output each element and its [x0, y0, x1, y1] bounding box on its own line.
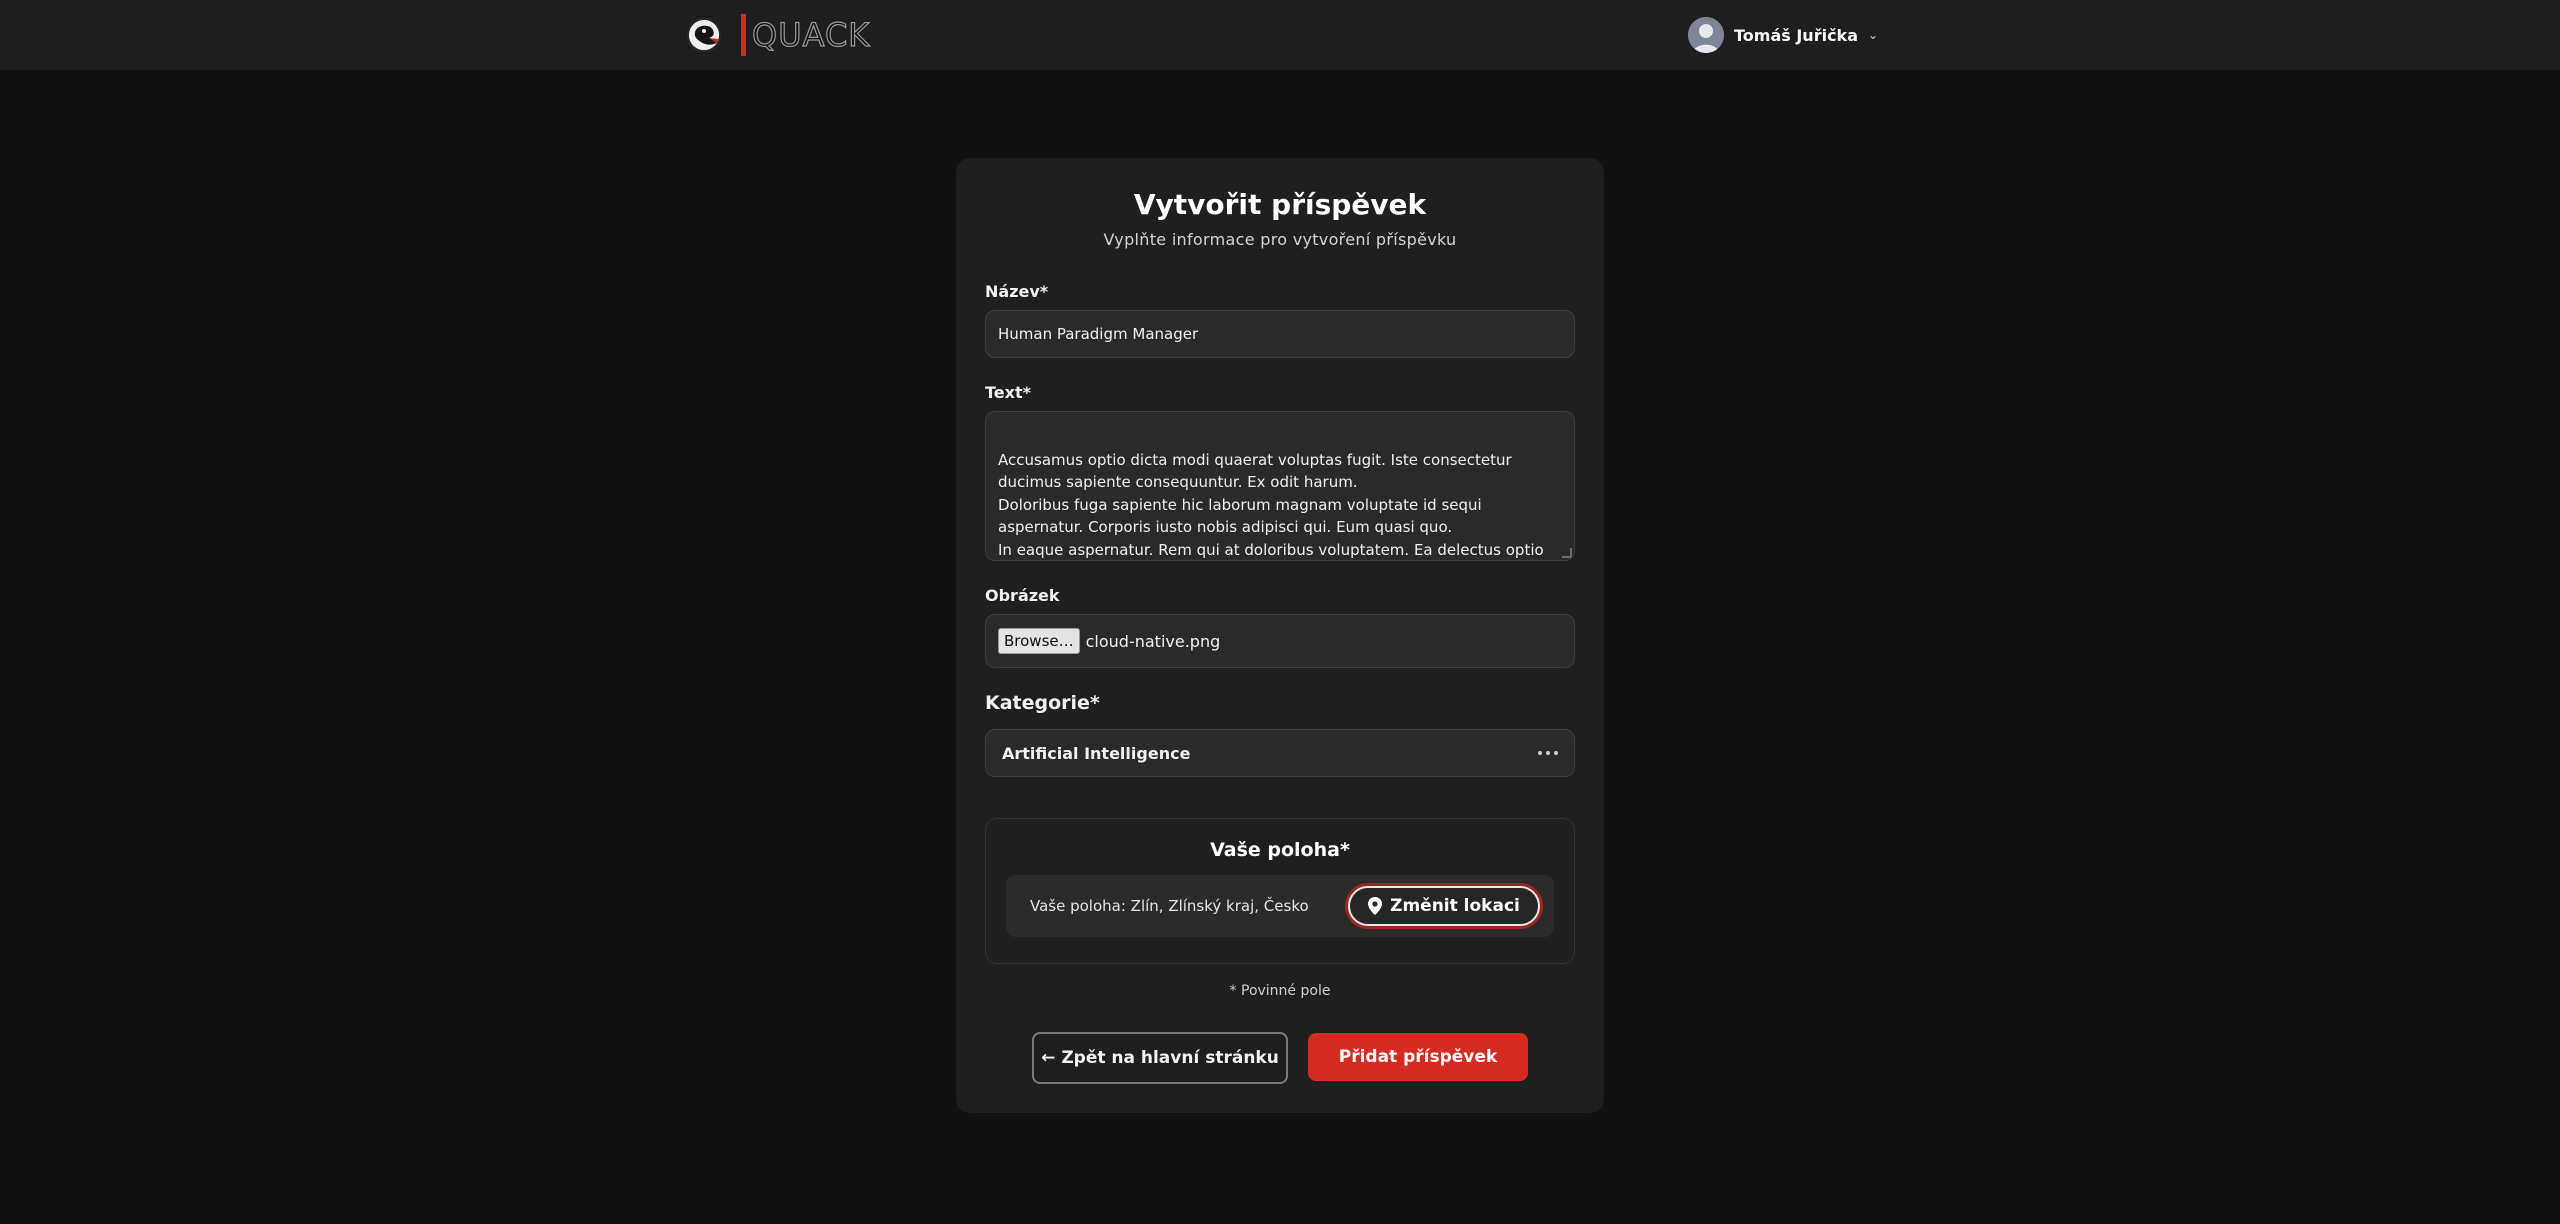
- category-select[interactable]: Artificial Intelligence: [985, 729, 1575, 777]
- text-label: Text*: [985, 383, 1031, 402]
- image-file-input[interactable]: Browse… cloud-native.png: [985, 614, 1575, 668]
- chevron-down-icon: ⌄: [1867, 28, 1879, 42]
- change-location-button[interactable]: Změnit lokaci: [1348, 886, 1540, 926]
- more-options-icon[interactable]: [1538, 751, 1558, 755]
- name-label: Název*: [985, 282, 1049, 301]
- logo-text: QUACK: [751, 15, 871, 54]
- required-note: * Povinné pole: [1229, 983, 1331, 999]
- back-button[interactable]: ← Zpět na hlavní stránku: [1032, 1032, 1288, 1084]
- text-value: Accusamus optio dicta modi quaerat volup…: [998, 450, 1544, 559]
- avatar: [1688, 17, 1724, 53]
- page-title: Vytvořit příspěvek: [1133, 188, 1427, 221]
- file-name: cloud-native.png: [1085, 631, 1221, 651]
- submit-button[interactable]: Přidat příspěvek: [1308, 1033, 1528, 1081]
- change-location-label: Změnit lokaci: [1390, 896, 1520, 916]
- location-section: Vaše poloha* Vaše poloha: Zlín, Zlínský …: [985, 818, 1575, 964]
- user-name: Tomáš Juřička: [1734, 25, 1858, 45]
- logo[interactable]: QUACK: [687, 14, 870, 56]
- page-subtitle: Vyplňte informace pro vytvoření příspěvk…: [1103, 230, 1457, 249]
- category-label: Kategorie*: [985, 692, 1100, 714]
- category-value: Artificial Intelligence: [1002, 743, 1191, 763]
- create-post-card: Vytvořit příspěvek Vyplňte informace pro…: [956, 158, 1604, 1113]
- location-title: Vaše poloha*: [1210, 839, 1350, 861]
- image-label: Obrázek: [985, 586, 1060, 605]
- logo-accent-bar: [741, 14, 746, 56]
- top-bar: QUACK Tomáš Juřička ⌄: [0, 0, 2560, 70]
- text-textarea[interactable]: Accusamus optio dicta modi quaerat volup…: [985, 411, 1575, 561]
- user-menu[interactable]: Tomáš Juřička ⌄: [1688, 17, 1878, 53]
- location-panel: Vaše poloha: Zlín, Zlínský kraj, Česko Z…: [1006, 875, 1554, 937]
- location-text: Vaše poloha: Zlín, Zlínský kraj, Česko: [1030, 897, 1309, 915]
- resize-handle-icon[interactable]: [1562, 548, 1572, 558]
- browse-button[interactable]: Browse…: [998, 628, 1080, 654]
- map-pin-icon: [1368, 897, 1383, 915]
- duck-logo-icon: [687, 18, 721, 52]
- name-input[interactable]: Human Paradigm Manager: [985, 310, 1575, 358]
